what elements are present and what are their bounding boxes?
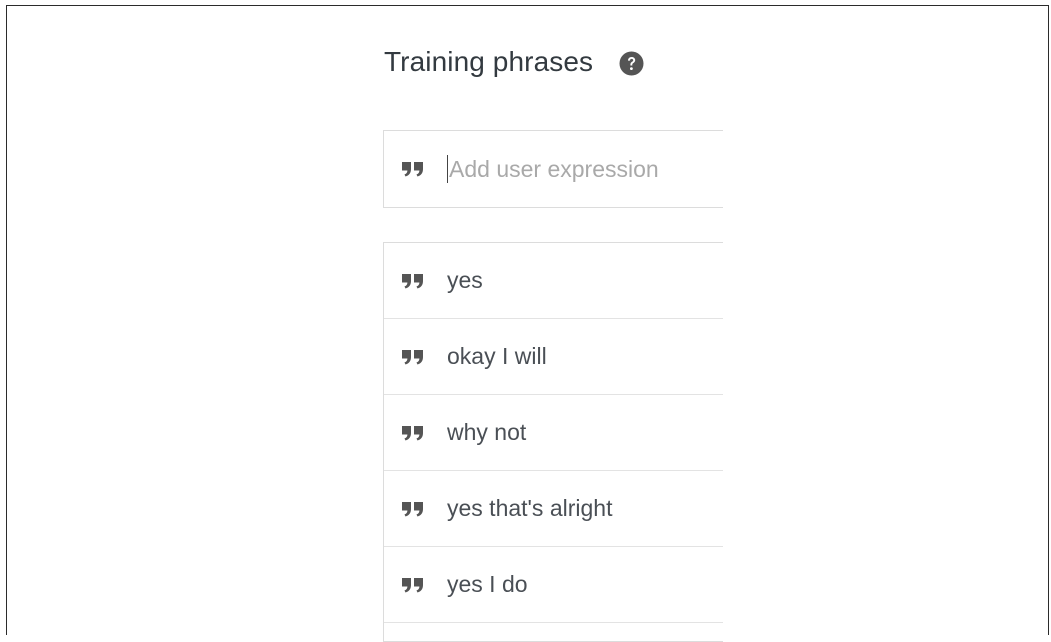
phrase-row[interactable]: yes that's alright	[384, 471, 723, 547]
quote-icon	[401, 425, 425, 441]
phrase-text[interactable]: yes I do	[447, 571, 528, 598]
phrase-text[interactable]: why not	[447, 419, 526, 446]
phrase-text[interactable]: yes	[447, 267, 483, 294]
quote-icon	[401, 273, 425, 289]
training-phrases-list: yes okay I will why not yes that's alrig…	[383, 242, 723, 642]
quote-icon	[401, 161, 425, 177]
add-user-expression-input[interactable]	[447, 155, 709, 183]
question-circle-icon[interactable]	[619, 51, 644, 76]
add-expression-card	[383, 130, 723, 208]
phrase-row[interactable]: why not	[384, 395, 723, 471]
phrase-row[interactable]: okay I will	[384, 319, 723, 395]
phrase-row[interactable]: yes	[384, 243, 723, 319]
quote-icon	[401, 501, 425, 517]
quote-icon	[401, 349, 425, 365]
phrase-row[interactable]: yes I do	[384, 547, 723, 623]
section-header: Training phrases	[384, 42, 644, 82]
section-title: Training phrases	[384, 46, 594, 77]
phrase-text[interactable]: yes that's alright	[447, 495, 612, 522]
quote-icon	[401, 577, 425, 593]
phrase-text[interactable]: okay I will	[447, 343, 547, 370]
